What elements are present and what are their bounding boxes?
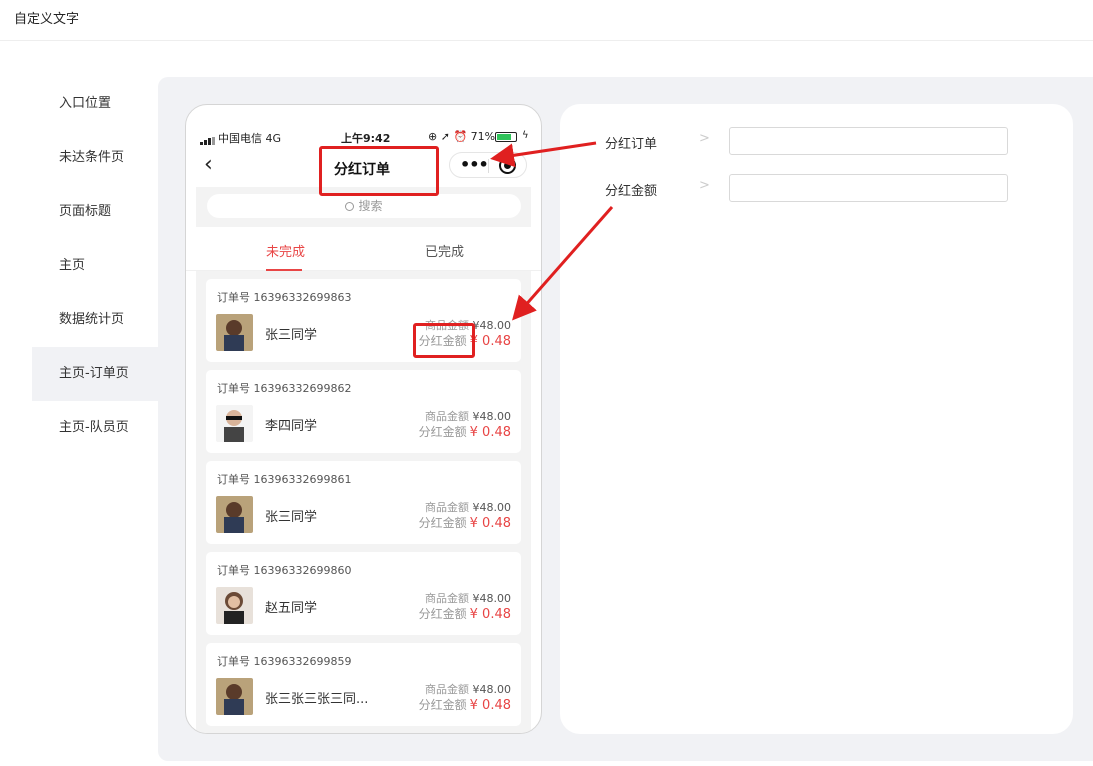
tab-incomplete[interactable]: 未完成: [266, 241, 305, 260]
tab-completed[interactable]: 已完成: [425, 241, 464, 260]
sidebar-item-unmet-condition-page[interactable]: 未达条件页: [32, 131, 159, 185]
order-tabs: 未完成 已完成: [186, 229, 541, 271]
dividend-order-text-input[interactable]: [729, 127, 1008, 155]
dividend-amount: 分红金额 ¥ 0.48: [418, 607, 511, 622]
status-time: 上午9:42: [341, 132, 391, 145]
avatar: [216, 678, 253, 715]
member-name: 张三张三张三同...: [265, 692, 369, 707]
chevron-right-icon: >: [699, 131, 710, 146]
order-card[interactable]: 订单号 16396332699860 赵五同学 商品金额 ¥48.00 分红金额…: [206, 552, 521, 635]
status-bar: 中国电信 4G 上午9:42 ⊕ ➚ ⏰ 71% ϟ: [186, 129, 541, 145]
goods-amount: 商品金额 ¥48.00: [425, 592, 511, 605]
title-highlight-box: [319, 146, 439, 196]
text-settings-form: 分红订单 > 分红金额 >: [560, 104, 1073, 734]
sidebar: 入口位置 未达条件页 页面标题 主页 数据统计页 主页-订单页 主页-队员页: [32, 77, 159, 455]
chevron-right-icon: >: [699, 178, 710, 193]
mini-program-capsule: •••: [449, 152, 527, 178]
avatar: [216, 587, 253, 624]
signal-icon: [200, 132, 216, 145]
order-number: 订单号 16396332699860: [217, 564, 352, 577]
sidebar-item-home-members[interactable]: 主页-队员页: [32, 401, 159, 455]
order-number: 订单号 16396332699863: [217, 291, 352, 304]
order-card[interactable]: 订单号 16396332699859 张三张三张三同... 商品金额 ¥48.0…: [206, 643, 521, 726]
more-icon[interactable]: •••: [460, 155, 489, 174]
dividend-amount: 分红金额 ¥ 0.48: [418, 425, 511, 440]
order-number: 订单号 16396332699861: [217, 473, 352, 486]
field-label: 分红订单: [605, 137, 658, 152]
goods-amount: 商品金额 ¥48.00: [425, 410, 511, 423]
close-target-icon[interactable]: [499, 157, 516, 174]
search-input[interactable]: 搜索: [207, 194, 521, 218]
status-icons: ⊕ ➚ ⏰ 71%: [428, 130, 495, 143]
dividend-amount: 分红金额 ¥ 0.48: [418, 698, 511, 713]
dividend-amount: 分红金额 ¥ 0.48: [418, 516, 511, 531]
search-placeholder: 搜索: [358, 199, 383, 213]
goods-amount: 商品金额 ¥48.00: [425, 501, 511, 514]
order-card[interactable]: 订单号 16396332699861 张三同学 商品金额 ¥48.00 分红金额…: [206, 461, 521, 544]
carrier-label: 中国电信 4G: [218, 132, 282, 145]
sidebar-item-entry-position[interactable]: 入口位置: [32, 77, 159, 131]
dividend-amount-text-input[interactable]: [729, 174, 1008, 202]
avatar: [216, 496, 253, 533]
sidebar-item-statistics-page[interactable]: 数据统计页: [32, 293, 159, 347]
sidebar-item-home-orders[interactable]: 主页-订单页: [32, 347, 159, 401]
member-name: 张三同学: [265, 328, 318, 343]
order-card[interactable]: 订单号 16396332699862 李四同学 商品金额 ¥48.00 分红金额…: [206, 370, 521, 453]
order-list: 订单号 16396332699863 张三同学 商品金额 ¥48.00 分红金额…: [196, 271, 531, 733]
sidebar-item-home[interactable]: 主页: [32, 239, 159, 293]
location-icon: ➚: [440, 130, 450, 143]
page-title: 自定义文字: [14, 12, 80, 27]
member-name: 赵五同学: [265, 601, 318, 616]
alarm-icon: ⏰: [453, 130, 468, 143]
member-name: 张三同学: [265, 510, 318, 525]
order-number: 订单号 16396332699862: [217, 382, 352, 395]
field-label: 分红金额: [605, 184, 658, 199]
goods-amount: 商品金额 ¥48.00: [425, 683, 511, 696]
avatar: [216, 405, 253, 442]
battery-percent: 71%: [470, 130, 496, 143]
top-bar: 自定义文字: [0, 0, 1093, 41]
back-arrow-icon[interactable]: ‹: [204, 154, 218, 176]
charging-icon: ϟ: [522, 130, 529, 141]
battery-icon: [495, 132, 517, 142]
dividend-label-highlight-box: [413, 323, 475, 358]
search-icon: [345, 202, 355, 211]
avatar: [216, 314, 253, 351]
member-name: 李四同学: [265, 419, 318, 434]
sidebar-item-page-title[interactable]: 页面标题: [32, 185, 159, 239]
phone-preview: 中国电信 4G 上午9:42 ⊕ ➚ ⏰ 71% ϟ ‹ 分红订单 ••• 搜索…: [185, 104, 542, 734]
order-number: 订单号 16396332699859: [217, 655, 352, 668]
lock-rotation-icon: ⊕: [428, 130, 438, 143]
